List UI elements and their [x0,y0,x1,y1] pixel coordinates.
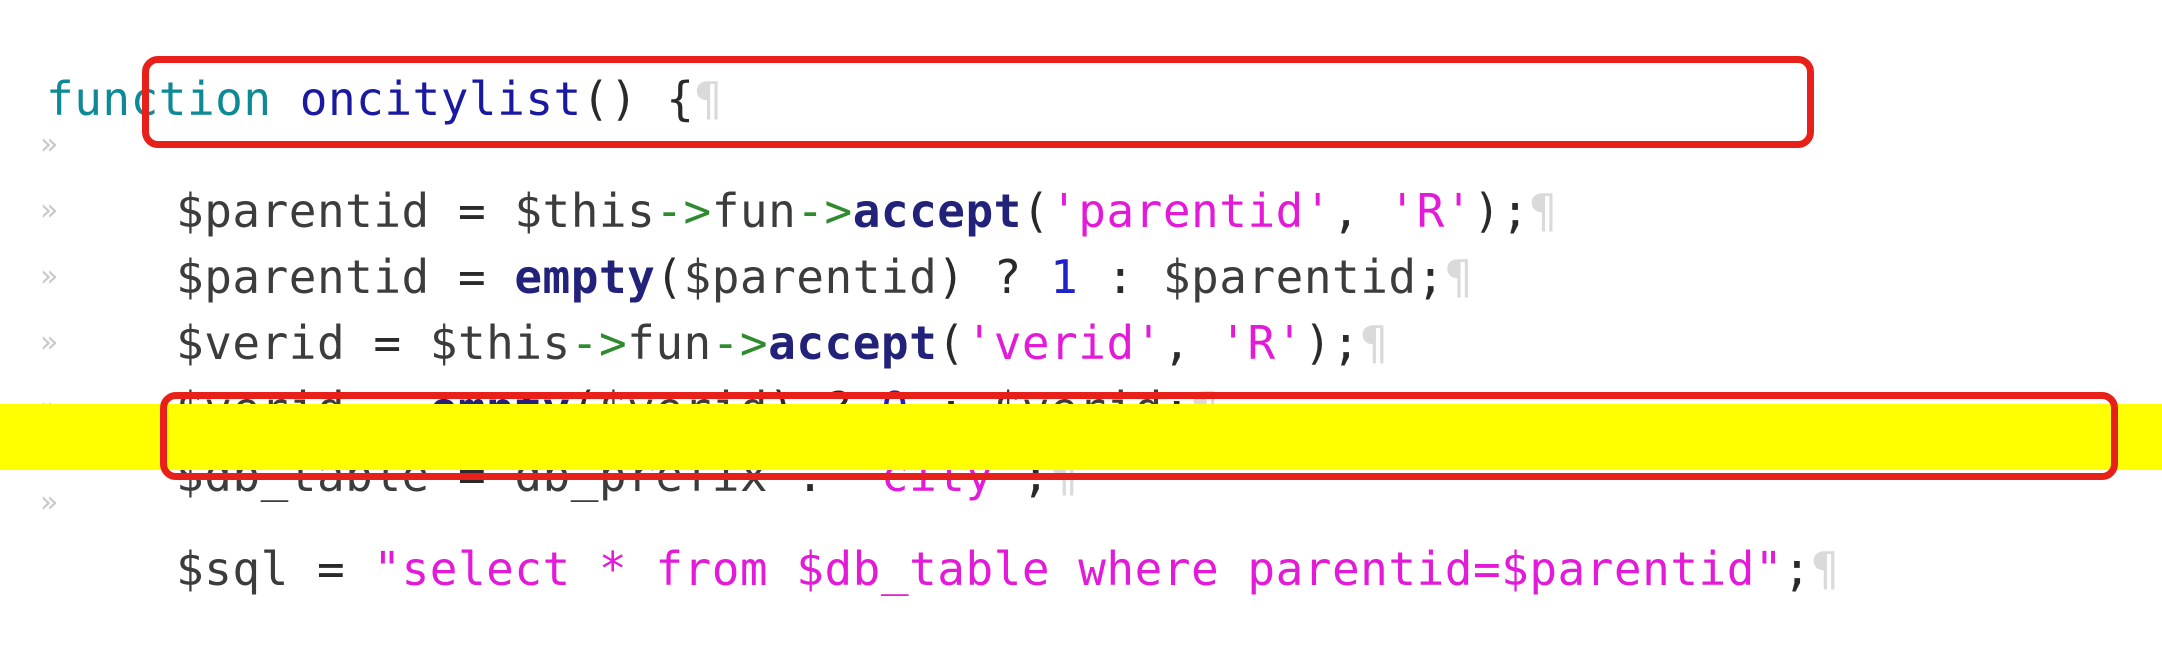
code-token: ; [1783,542,1812,596]
code-token: "select * from $db_table where parentid=… [373,542,1784,596]
code-token: $sql [176,542,289,596]
code-token: = [288,542,374,596]
code-line-5[interactable]: » $verid = empty($verid) ? 0 : $verid;¶ [0,244,2162,436]
pilcrow-marker: ¶ [1811,542,1840,596]
line-7-code: $sql = "select * from $db_table where pa… [176,536,1840,602]
annotation-box-sql-line [160,392,2118,480]
code-editor[interactable]: function oncitylist() {¶ » $parentid = $… [0,0,2162,596]
code-line-4[interactable]: » $verid = $this->fun->accept('verid', '… [0,178,2162,370]
annotation-box-accept-line [142,56,1814,148]
code-line-6[interactable]: » $db_table = db_prefix . 'city';¶ [0,310,2162,502]
